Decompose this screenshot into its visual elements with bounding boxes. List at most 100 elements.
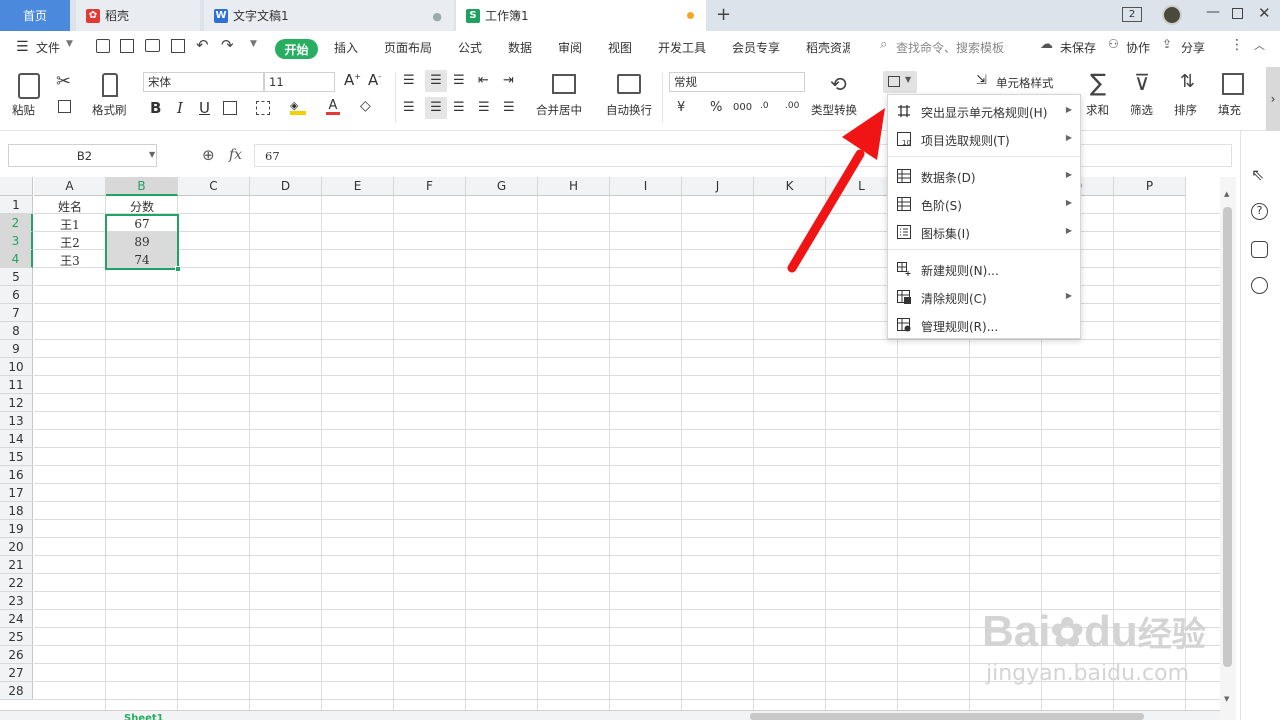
backup-icon[interactable]: [1251, 241, 1268, 258]
vertical-scrollbar-thumb[interactable]: [1223, 207, 1232, 667]
fill-color-icon[interactable]: ◈: [290, 99, 306, 115]
paste-button[interactable]: 粘贴: [12, 102, 35, 118]
sort-button[interactable]: 排序: [1174, 102, 1197, 118]
export-pdf-icon[interactable]: [120, 39, 134, 53]
scroll-up-icon[interactable]: ▲: [1224, 190, 1229, 198]
column-header-E[interactable]: E: [322, 177, 394, 196]
format-painter-icon[interactable]: [102, 73, 118, 97]
tab-dot-icon[interactable]: ●: [432, 10, 442, 23]
vertical-scrollbar-track[interactable]: ▲ ▼: [1220, 177, 1236, 720]
row-header-20[interactable]: 20: [0, 538, 33, 556]
menu-daoke-resources[interactable]: 稻壳资源: [806, 39, 850, 56]
menu-insert[interactable]: 插入: [334, 39, 358, 56]
menu-data[interactable]: 数据: [508, 39, 532, 56]
clear-format-icon[interactable]: ◇: [360, 98, 371, 114]
align-right-icon[interactable]: ☰: [453, 100, 465, 115]
menu-item-new-rule[interactable]: 新建规则(N)...: [888, 255, 1080, 283]
select-all-corner[interactable]: [0, 177, 33, 196]
sum-button[interactable]: 求和: [1086, 102, 1109, 118]
menu-item-color-scale[interactable]: 色阶(S) ▶: [888, 190, 1080, 218]
sort-icon[interactable]: ⇅: [1180, 71, 1195, 92]
align-center-icon[interactable]: ☰: [425, 97, 447, 119]
save-icon[interactable]: [96, 39, 110, 53]
italic-icon[interactable]: I: [177, 99, 183, 117]
cut-icon[interactable]: ✂: [56, 71, 71, 92]
file-chevron-down-icon[interactable]: ▼: [66, 39, 73, 49]
horizontal-scrollbar[interactable]: [750, 713, 1144, 720]
print-icon[interactable]: [145, 39, 160, 52]
hamburger-icon[interactable]: ☰: [16, 39, 29, 55]
wrap-text-icon[interactable]: [617, 74, 641, 94]
menu-item-icon-set[interactable]: 图标集(I) ▶: [888, 218, 1080, 246]
row-header-23[interactable]: 23: [0, 592, 33, 610]
cell-A2[interactable]: 王1: [34, 215, 106, 233]
command-search-input[interactable]: 查找命令、搜索模板: [896, 39, 1004, 56]
row-header-13[interactable]: 13: [0, 412, 33, 430]
fill-button[interactable]: 填充: [1218, 102, 1241, 118]
align-top-icon[interactable]: ☰: [403, 73, 415, 88]
menu-review[interactable]: 审阅: [558, 39, 582, 56]
ribbon-scroll-right-icon[interactable]: ›: [1266, 67, 1280, 131]
row-header-21[interactable]: 21: [0, 556, 33, 574]
scroll-down-icon[interactable]: ▼: [1224, 695, 1229, 703]
window-count-badge[interactable]: 2: [1122, 7, 1142, 22]
collab-button[interactable]: 协作: [1126, 39, 1150, 56]
filter-icon[interactable]: ⊽: [1134, 71, 1150, 96]
column-header-A[interactable]: A: [34, 177, 106, 196]
row-header-7[interactable]: 7: [0, 304, 33, 322]
thousands-separator-icon[interactable]: 000: [733, 102, 752, 113]
quick-access-chevron-icon[interactable]: ▼: [250, 39, 257, 49]
select-pointer-icon[interactable]: ⇖: [1251, 165, 1264, 184]
row-header-19[interactable]: 19: [0, 520, 33, 538]
column-header-C[interactable]: C: [178, 177, 250, 196]
align-middle-icon[interactable]: ☰: [425, 70, 447, 92]
filter-button[interactable]: 筛选: [1130, 102, 1153, 118]
type-convert-icon[interactable]: ⟲: [830, 72, 847, 96]
zoom-search-icon[interactable]: ⊕: [202, 146, 215, 164]
merge-center-icon[interactable]: [552, 74, 576, 94]
font-name-select[interactable]: 宋体: [143, 72, 264, 92]
tab-daoke[interactable]: ✿ 稻壳: [76, 0, 200, 31]
menu-view[interactable]: 视图: [608, 39, 632, 56]
font-color-icon[interactable]: A: [326, 99, 340, 115]
underline-icon[interactable]: U: [199, 99, 210, 117]
menu-item-top-bottom-rules[interactable]: 10 项目选取规则(T) ▶: [888, 125, 1080, 153]
percent-icon[interactable]: %: [710, 100, 722, 115]
tab-workbook[interactable]: S 工作簿1: [456, 0, 706, 31]
bold-icon[interactable]: B: [150, 99, 161, 117]
column-header-F[interactable]: F: [394, 177, 466, 196]
increase-indent-icon[interactable]: ⇥: [503, 73, 514, 88]
menu-member[interactable]: 会员专享: [732, 39, 780, 56]
number-format-select[interactable]: 常规: [669, 72, 805, 92]
more-vertical-icon[interactable]: ⋮: [1230, 37, 1244, 53]
settings-badge-icon[interactable]: [1251, 277, 1268, 294]
name-box-chevron-icon[interactable]: ▼: [149, 150, 155, 159]
column-header-J[interactable]: J: [682, 177, 754, 196]
align-left-icon[interactable]: ☰: [403, 100, 415, 115]
restore-icon[interactable]: [1232, 8, 1243, 19]
share-button[interactable]: 分享: [1181, 39, 1205, 56]
row-header-3[interactable]: 3: [0, 232, 33, 250]
row-header-24[interactable]: 24: [0, 610, 33, 628]
row-header-18[interactable]: 18: [0, 502, 33, 520]
format-painter-button[interactable]: 格式刷: [92, 102, 127, 118]
cell-A4[interactable]: 王3: [34, 251, 106, 269]
row-header-12[interactable]: 12: [0, 394, 33, 412]
tab-document[interactable]: W 文字文稿1 ●: [204, 0, 454, 31]
row-header-16[interactable]: 16: [0, 466, 33, 484]
column-header-P[interactable]: P: [1114, 177, 1186, 196]
row-header-1[interactable]: 1: [0, 196, 33, 214]
row-header-9[interactable]: 9: [0, 340, 33, 358]
row-header-22[interactable]: 22: [0, 574, 33, 592]
collapse-ribbon-icon[interactable]: ︿: [1254, 37, 1265, 53]
column-header-D[interactable]: D: [250, 177, 322, 196]
menu-developer[interactable]: 开发工具: [658, 39, 706, 56]
print-preview-icon[interactable]: [171, 39, 185, 53]
decrease-indent-icon[interactable]: ⇤: [478, 73, 489, 88]
row-header-5[interactable]: 5: [0, 268, 33, 286]
close-window-icon[interactable]: ✕: [1258, 4, 1271, 22]
sheet-tab-sheet1[interactable]: Sheet1: [124, 712, 164, 720]
borders-icon[interactable]: [223, 101, 237, 115]
menu-page-layout[interactable]: 页面布局: [384, 39, 432, 56]
row-header-17[interactable]: 17: [0, 484, 33, 502]
